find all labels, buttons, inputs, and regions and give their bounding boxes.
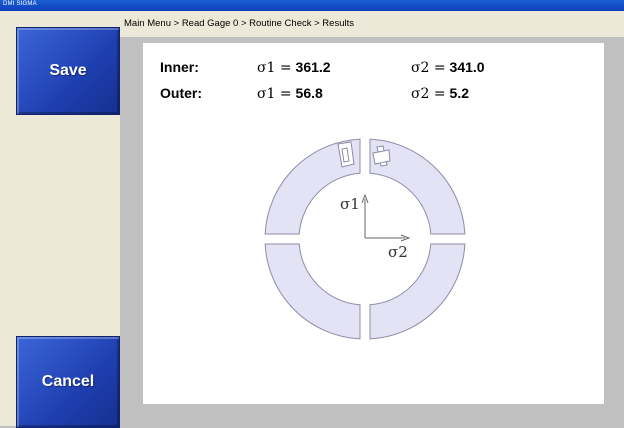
gage-ring-diagram: σ1 σ2 (264, 138, 466, 340)
title-bar: DMI SIGMA (0, 0, 624, 11)
stress-axes: σ1 σ2 (340, 193, 411, 261)
sigma1-axis-label: σ1 (340, 195, 360, 213)
breadcrumb-bar: Main Menu > Read Gage 0 > Routine Check … (120, 11, 624, 37)
save-button-label: Save (49, 62, 87, 79)
gage-ring (264, 138, 466, 340)
cancel-button[interactable]: Cancel (16, 336, 120, 428)
ring-segment-bottom-right (369, 243, 466, 340)
ring-segment-bottom-left (264, 243, 361, 340)
cancel-button-label: Cancel (41, 373, 95, 390)
breadcrumb: Main Menu > Read Gage 0 > Routine Check … (124, 18, 354, 29)
window-title: DMI SIGMA (3, 1, 37, 7)
results-panel: Inner: σ1 = 361.2 σ2 = 341.0 Outer: σ1 =… (143, 43, 604, 404)
save-button[interactable]: Save (16, 27, 120, 115)
sigma2-axis-label: σ2 (388, 243, 408, 261)
